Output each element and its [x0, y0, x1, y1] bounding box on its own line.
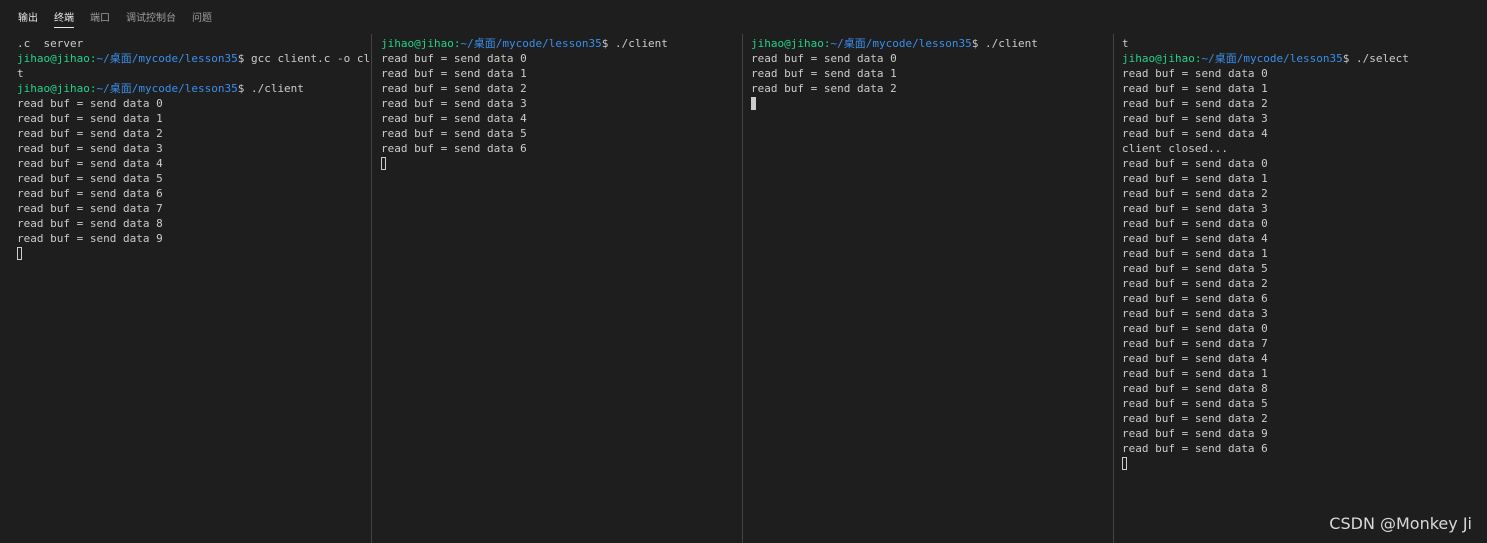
cursor-line [751, 96, 1114, 111]
prompt-path: ~/桌面/mycode/lesson35 [460, 37, 602, 50]
output-line: read buf = send data 7 [17, 202, 163, 215]
output-line: read buf = send data 3 [1122, 112, 1268, 125]
terminal-cursor [751, 97, 756, 110]
prompt-line: jihao@jihao:~/桌面/mycode/lesson35$ ./clie… [751, 36, 1114, 51]
prompt-command: $ gcc client.c -o clien [237, 52, 371, 65]
output-line: read buf = send data 9 [1122, 427, 1268, 440]
terminal-cursor [17, 247, 22, 260]
prompt-command: $ ./client [601, 37, 668, 50]
output-line: read buf = send data 1 [17, 112, 163, 125]
tab-problems[interactable]: 问题 [192, 5, 212, 27]
output-line: read buf = send data 2 [1122, 187, 1268, 200]
output-line: client closed... [1122, 142, 1228, 155]
output-line: read buf = send data 1 [1122, 367, 1268, 380]
panel-tab-bar: 输出 终端 端口 调试控制台 问题 [0, 0, 1487, 32]
terminal-cursor [381, 157, 386, 170]
terminal-panel: 输出 终端 端口 调试控制台 问题 .c server jihao@jihao:~… [0, 0, 1487, 543]
output-line: read buf = send data 7 [1122, 337, 1268, 350]
output-line: read buf = send data 0 [751, 52, 897, 65]
prompt-path: ~/桌面/mycode/lesson35 [1201, 52, 1343, 65]
prompt-line: jihao@jihao:~/桌面/mycode/lesson35$ ./sele… [1122, 51, 1487, 66]
output-line: read buf = send data 5 [381, 127, 527, 140]
output-line: read buf = send data 0 [381, 52, 527, 65]
terminal-pane-3[interactable]: jihao@jihao:~/桌面/mycode/lesson35$ ./clie… [742, 34, 1114, 543]
output-line: read buf = send data 4 [1122, 232, 1268, 245]
output-line: read buf = send data 1 [1122, 172, 1268, 185]
prompt-command: $ ./select [1342, 52, 1409, 65]
output-line: read buf = send data 4 [17, 157, 163, 170]
prompt-path: ~/桌面/mycode/lesson35 [96, 52, 238, 65]
terminal-pane-4[interactable]: t jihao@jihao:~/桌面/mycode/lesson35$ ./sel… [1113, 34, 1487, 543]
output-line: read buf = send data 2 [1122, 412, 1268, 425]
output-line: read buf = send data 4 [381, 112, 527, 125]
output-line: read buf = send data 5 [17, 172, 163, 185]
output-line: read buf = send data 9 [17, 232, 163, 245]
output-line: read buf = send data 6 [1122, 442, 1268, 455]
prompt-line: jihao@jihao:~/桌面/mycode/lesson35$ ./clie… [381, 36, 743, 51]
output-line: t [17, 67, 24, 80]
prompt-user-host: jihao@jihao: [17, 52, 97, 65]
prompt-user-host: jihao@jihao: [751, 37, 831, 50]
output-line: read buf = send data 2 [1122, 277, 1268, 290]
output-line: read buf = send data 0 [17, 97, 163, 110]
watermark: CSDN @Monkey Ji [1329, 514, 1472, 533]
output-line: read buf = send data 0 [1122, 67, 1268, 80]
tab-debug-console[interactable]: 调试控制台 [126, 5, 176, 27]
prompt-user-host: jihao@jihao: [17, 82, 97, 95]
terminal-pane-2[interactable]: jihao@jihao:~/桌面/mycode/lesson35$ ./clie… [371, 34, 743, 543]
output-line: read buf = send data 0 [1122, 217, 1268, 230]
output-line: read buf = send data 3 [17, 142, 163, 155]
output-line: read buf = send data 0 [1122, 322, 1268, 335]
tab-ports[interactable]: 端口 [90, 5, 110, 27]
output-line: read buf = send data 6 [381, 142, 527, 155]
output-line: read buf = send data 2 [381, 82, 527, 95]
terminal-pane-1[interactable]: .c server jihao@jihao:~/桌面/mycode/lesson3… [0, 34, 371, 543]
prompt-command: $ ./client [237, 82, 304, 95]
prompt-path: ~/桌面/mycode/lesson35 [830, 37, 972, 50]
output-line: read buf = send data 6 [17, 187, 163, 200]
output-line: read buf = send data 4 [1122, 127, 1268, 140]
output-line: read buf = send data 4 [1122, 352, 1268, 365]
prompt-user-host: jihao@jihao: [381, 37, 461, 50]
tab-terminal[interactable]: 终端 [54, 5, 74, 28]
prompt-command: $ ./client [971, 37, 1038, 50]
output-line: .c server [17, 37, 84, 50]
cursor-line [381, 156, 743, 171]
output-line: read buf = send data 1 [1122, 82, 1268, 95]
output-line: read buf = send data 3 [381, 97, 527, 110]
output-line: read buf = send data 8 [1122, 382, 1268, 395]
output-line: read buf = send data 5 [1122, 262, 1268, 275]
output-line: read buf = send data 3 [1122, 202, 1268, 215]
output-line: read buf = send data 0 [1122, 157, 1268, 170]
output-line: read buf = send data 1 [751, 67, 897, 80]
output-line: t [1122, 37, 1129, 50]
tab-output[interactable]: 输出 [18, 5, 38, 27]
prompt-line: jihao@jihao:~/桌面/mycode/lesson35$ gcc cl… [17, 51, 371, 66]
cursor-line [17, 246, 371, 261]
prompt-path: ~/桌面/mycode/lesson35 [96, 82, 238, 95]
output-line: read buf = send data 2 [1122, 97, 1268, 110]
output-line: read buf = send data 8 [17, 217, 163, 230]
prompt-user-host: jihao@jihao: [1122, 52, 1202, 65]
prompt-line: jihao@jihao:~/桌面/mycode/lesson35$ ./clie… [17, 81, 371, 96]
output-line: read buf = send data 1 [1122, 247, 1268, 260]
output-line: read buf = send data 3 [1122, 307, 1268, 320]
output-line: read buf = send data 1 [381, 67, 527, 80]
terminal-split-container: .c server jihao@jihao:~/桌面/mycode/lesson3… [0, 34, 1487, 543]
terminal-cursor [1122, 457, 1127, 470]
output-line: read buf = send data 5 [1122, 397, 1268, 410]
output-line: read buf = send data 2 [751, 82, 897, 95]
cursor-line [1122, 456, 1487, 471]
output-line: read buf = send data 6 [1122, 292, 1268, 305]
output-line: read buf = send data 2 [17, 127, 163, 140]
